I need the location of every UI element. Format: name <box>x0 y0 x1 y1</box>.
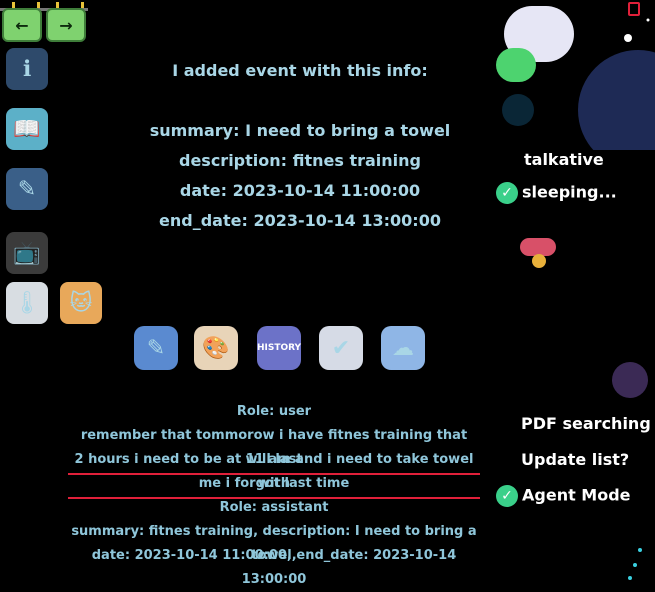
event-date: date: 2023-10-14 11:00:00 <box>179 181 421 200</box>
decorative-dots <box>612 362 648 580</box>
event-description: description: fitnes training <box>178 151 421 170</box>
history-book-icon[interactable]: HISTORY <box>257 326 301 370</box>
status-sleeping-label: sleeping... <box>522 182 617 202</box>
speech-bubble-icon <box>496 48 536 82</box>
check-icon: ✓ <box>496 182 518 204</box>
right-arrow-icon: → <box>59 15 73 35</box>
cloud-database-icon[interactable]: ☁ <box>381 326 425 370</box>
event-summary: summary: I need to bring a towel <box>149 121 451 140</box>
status-talkative: talkative <box>524 150 604 169</box>
chat-check-icon[interactable]: ✔ <box>319 326 363 370</box>
palette-icon[interactable]: 🎨 <box>194 326 238 370</box>
eraser-icon[interactable]: ✎ <box>6 168 48 210</box>
tv-robot-icon[interactable]: 📺 <box>6 232 48 274</box>
status-sleeping[interactable]: ✓ sleeping... <box>496 182 617 204</box>
back-arrow-button[interactable]: ← <box>2 2 42 42</box>
mute-badge-icon <box>532 254 546 268</box>
forward-arrow-button[interactable]: → <box>46 2 86 42</box>
role-assistant-label: Role: assistant <box>219 500 329 515</box>
left-arrow-icon: ← <box>15 15 29 35</box>
check-icon: ✓ <box>496 485 518 507</box>
book-icon[interactable]: 📖 <box>6 108 48 150</box>
eraser-tool-icon[interactable]: ✎ <box>134 326 178 370</box>
event-end-date: end_date: 2023-10-14 13:00:00 <box>159 211 441 230</box>
thermometer-home-icon[interactable]: 🌡 <box>6 282 48 324</box>
role-user-label: Role: user <box>236 404 312 419</box>
info-laptop-icon[interactable]: ℹ <box>6 48 48 90</box>
event-heading: I added event with this info: <box>172 61 428 80</box>
cat-laptop-icon[interactable]: 🐱 <box>60 282 102 324</box>
record-icon[interactable] <box>628 2 640 16</box>
user-message-line-3: me i forgot last time <box>198 472 350 499</box>
